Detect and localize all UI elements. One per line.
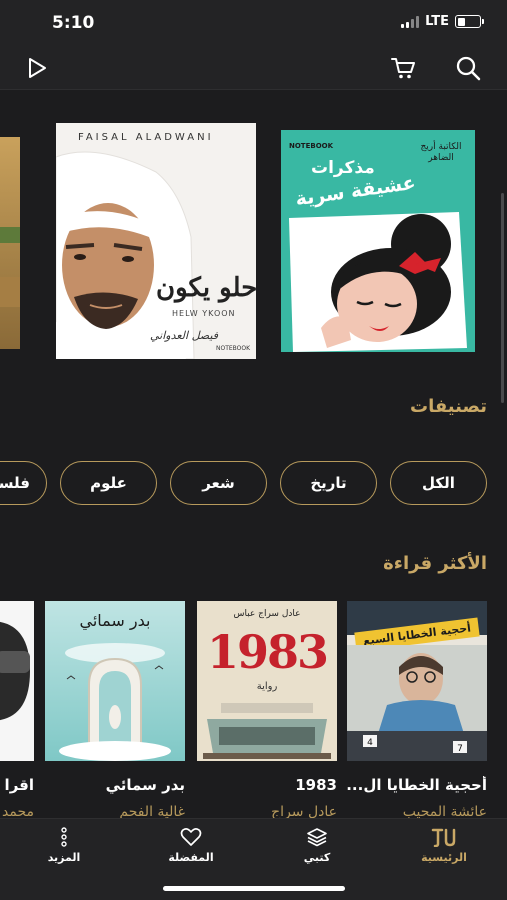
home-content[interactable]: FAISAL ALADWANI حلو يكون HELW YKOON فيصل… [0,91,507,818]
cover-top-text: FAISAL ALADWANI [78,132,214,143]
publisher-logo: NOTEBOOK [216,345,251,352]
cover-title-en: HELW YKOON [172,309,236,318]
cover-signature: فيصل العدواني [150,329,219,342]
book-author: محمد [2,804,34,818]
top-bar [0,46,507,90]
battery-icon [455,15,484,28]
book-title: بدر سمائي [105,776,185,794]
book-author: عادل سراج [271,804,337,818]
cart-icon[interactable] [389,54,417,82]
home-logo-icon [431,828,456,847]
featured-book-mudhakkirat[interactable]: الكاتبة أريج الضاهر NOTEBOOK مذكرات عشيق… [281,130,475,352]
publisher-logo: NOTEBOOK [289,142,334,150]
cover-subtitle: رواية [256,681,278,692]
tab-more[interactable]: المزيد [19,827,109,864]
book-card-badr-samai[interactable]: بدر سمائي بدر سمائي غالية الفحم [45,601,185,818]
cover-art [0,622,30,720]
book-author: عائشة المحيب [402,804,487,818]
cover-title-ar: حلو يكون [156,273,256,303]
cover-author-tag: الكاتبة أريج الضاهر [420,142,462,163]
heart-icon [180,828,202,846]
status-indicators: LTE [401,14,484,29]
scrollbar[interactable] [501,193,504,403]
book-title: أحجية الخطايا ال... [347,776,487,794]
network-label: LTE [425,14,449,29]
typewriter-illustration [203,703,331,759]
cover-art: 4 7 [347,645,487,761]
woman-illustration [289,212,467,352]
portrait-illustration [56,151,195,359]
tab-bar: الرئيسية كتبي المفضلة المزيد [0,818,507,900]
layers-icon [307,828,327,847]
tab-home[interactable]: الرئيسية [399,827,489,864]
tab-label: المفضلة [168,851,214,864]
book-card-ahjiyat[interactable]: أحجية الخطايا السبع 4 7 أحجية الخطايا ال… [347,601,487,818]
featured-carousel[interactable]: FAISAL ALADWANI حلو يكون HELW YKOON فيصل… [0,123,507,359]
chip-science[interactable]: علوم [60,461,157,505]
featured-book-partial[interactable] [0,137,20,349]
cover-number: 1983 [206,625,329,679]
chip-all[interactable]: الكل [390,461,487,505]
chip-history[interactable]: تاريخ [280,461,377,505]
most-read-title: الأكثر قراءة [383,553,487,574]
more-dots-icon [61,827,67,847]
book-card-1983[interactable]: عادل سراج عباس 1983 رواية 1983 عادل سراج [197,601,337,818]
book-card-iqra-maa[interactable]: اقرا مع محمد [0,601,34,818]
book-author: غالية الفحم [119,804,185,818]
categories-title: تصنيفات [410,396,487,417]
cover-title: بدر سمائي [79,611,151,630]
cover-author: عادل سراج عباس [233,609,301,619]
cover-title-line1: مذكرات [311,158,375,178]
book-cover: بدر سمائي [45,601,185,761]
featured-book-helw-ykoon[interactable]: FAISAL ALADWANI حلو يكون HELW YKOON فيصل… [56,123,256,359]
search-icon[interactable] [454,54,482,82]
svg-text:7: 7 [457,744,463,754]
tab-label: المزيد [47,851,81,864]
book-title: 1983 [295,776,337,794]
tab-favorites[interactable]: المفضلة [146,827,236,864]
home-indicator[interactable] [163,886,345,891]
arch-illustration [59,643,171,761]
tab-my-books[interactable]: كتبي [272,827,362,864]
tab-label: الرئيسية [421,851,467,864]
book-cover: أحجية الخطايا السبع 4 7 [347,601,487,761]
chip-poetry[interactable]: شعر [170,461,267,505]
svg-text:4: 4 [367,738,373,748]
book-cover: عادل سراج عباس 1983 رواية [197,601,337,761]
status-bar: 5:10 LTE [0,0,507,46]
tab-label: كتبي [303,851,331,864]
chip-philosophy[interactable]: فلسفة [0,461,47,505]
book-title: اقرا مع [0,776,34,794]
book-cover [0,601,34,761]
signal-icon [401,15,420,28]
status-time: 5:10 [52,13,95,33]
play-icon[interactable] [23,54,51,82]
